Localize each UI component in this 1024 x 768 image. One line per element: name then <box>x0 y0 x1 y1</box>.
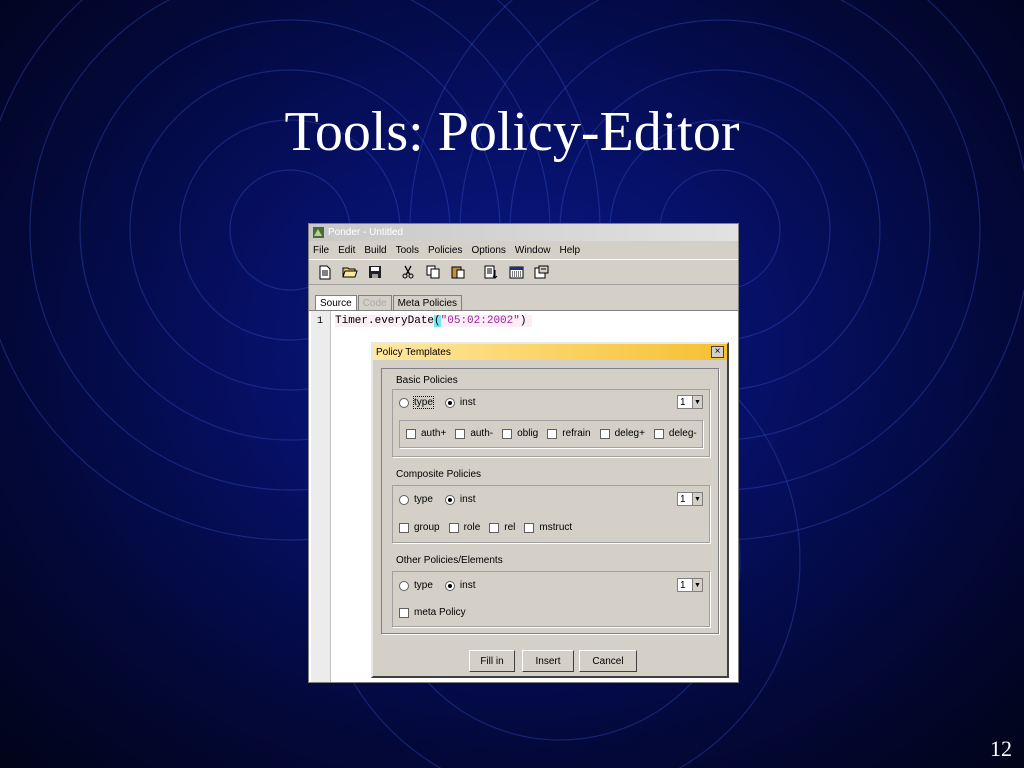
fill-in-button[interactable]: Fill in <box>469 650 515 672</box>
slide-number: 12 <box>990 736 1012 761</box>
other-radio-inst-label[interactable]: inst <box>460 580 476 591</box>
composite-radio-inst[interactable] <box>444 494 455 505</box>
check-meta-policy[interactable]: meta Policy <box>399 607 466 618</box>
dialog-title: Policy Templates <box>376 346 451 358</box>
check-auth-minus[interactable]: auth- <box>455 428 493 439</box>
ponder-app-icon <box>313 227 324 238</box>
composite-count-spinner[interactable]: 1 ▼ <box>677 492 703 506</box>
menu-build[interactable]: Build <box>364 245 386 256</box>
menu-file[interactable]: File <box>313 245 329 256</box>
tab-code[interactable]: Code <box>357 295 392 311</box>
basic-checks: auth+ auth- oblig refrain deleg+ deleg- <box>406 428 706 439</box>
check-deleg-minus[interactable]: deleg- <box>653 428 697 439</box>
window-titlebar[interactable]: Ponder - Untitled <box>309 224 738 241</box>
menu-bar: File Edit Build Tools Policies Options W… <box>309 241 738 259</box>
other-radio-inst[interactable] <box>444 580 455 591</box>
chevron-down-icon[interactable]: ▼ <box>692 396 702 408</box>
check-mstruct[interactable]: mstruct <box>524 522 572 533</box>
basic-radio-type-label[interactable]: type <box>413 396 434 409</box>
other-count-value: 1 <box>680 579 686 591</box>
check-oblig[interactable]: oblig <box>502 428 538 439</box>
properties-icon[interactable] <box>533 264 549 280</box>
basic-policies-group: type inst 1 ▼ auth+ auth- oblig refrain … <box>392 389 710 457</box>
paste-icon[interactable] <box>450 264 466 280</box>
line-number: 1 <box>317 316 324 327</box>
composite-radio-row: type inst <box>399 494 487 505</box>
menu-help[interactable]: Help <box>559 245 580 256</box>
cancel-button[interactable]: Cancel <box>579 650 637 672</box>
window-title: Ponder - Untitled <box>328 227 404 238</box>
basic-policies-title: Basic Policies <box>396 375 458 386</box>
check-deleg-plus[interactable]: deleg+ <box>599 428 645 439</box>
slide-title: Tools: Policy-Editor <box>284 101 740 163</box>
calendar-icon[interactable] <box>508 264 524 280</box>
check-refrain[interactable]: refrain <box>547 428 591 439</box>
composite-count-value: 1 <box>680 493 686 505</box>
copy-icon[interactable] <box>425 264 441 280</box>
composite-policies-title: Composite Policies <box>396 469 482 480</box>
code-close-paren: ) <box>519 315 527 327</box>
basic-radio-inst[interactable] <box>444 397 455 408</box>
menu-policies[interactable]: Policies <box>428 245 462 256</box>
other-count-spinner[interactable]: 1 ▼ <box>677 578 703 592</box>
dialog-body: Basic Policies type inst 1 ▼ auth+ auth-… <box>381 368 719 634</box>
code-string: "05:02:2002" <box>440 315 520 327</box>
cut-icon[interactable] <box>400 264 416 280</box>
compile-icon[interactable] <box>483 264 499 280</box>
new-file-icon[interactable] <box>317 264 333 280</box>
composite-policies-group: type inst 1 ▼ group role rel mstruct <box>392 485 710 543</box>
basic-radio-type[interactable] <box>399 397 409 408</box>
check-auth-plus[interactable]: auth+ <box>406 428 446 439</box>
tab-source[interactable]: Source <box>315 295 357 311</box>
composite-checks: group role rel mstruct <box>399 522 581 533</box>
basic-checks-group: auth+ auth- oblig refrain deleg+ deleg- <box>399 420 703 448</box>
other-checks: meta Policy <box>399 607 475 618</box>
tab-meta-policies[interactable]: Meta Policies <box>392 295 463 311</box>
composite-radio-type[interactable] <box>399 494 409 505</box>
other-radio-row: type inst <box>399 580 487 591</box>
check-role[interactable]: role <box>448 522 480 533</box>
other-radio-type-label[interactable]: type <box>414 580 433 591</box>
code-line[interactable]: Timer.everyDate("05:02:2002") <box>335 315 533 327</box>
menu-options[interactable]: Options <box>471 245 505 256</box>
menu-window[interactable]: Window <box>515 245 551 256</box>
editor-tabs: Source Code Meta Policies <box>309 291 738 311</box>
basic-count-value: 1 <box>680 396 686 408</box>
check-rel[interactable]: rel <box>489 522 515 533</box>
other-radio-type[interactable] <box>399 580 409 591</box>
check-group[interactable]: group <box>399 522 440 533</box>
close-icon[interactable]: × <box>711 346 724 358</box>
insert-button[interactable]: Insert <box>522 650 574 672</box>
composite-radio-inst-label[interactable]: inst <box>460 494 476 505</box>
basic-count-spinner[interactable]: 1 ▼ <box>677 395 703 409</box>
save-icon[interactable] <box>367 264 383 280</box>
chevron-down-icon[interactable]: ▼ <box>692 493 702 505</box>
policy-templates-dialog: Policy Templates × Basic Policies type i… <box>371 342 729 678</box>
basic-radio-row: type inst <box>399 396 487 409</box>
code-open-paren: ( <box>434 315 441 327</box>
basic-radio-inst-label[interactable]: inst <box>460 397 476 408</box>
other-policies-group: type inst 1 ▼ meta Policy <box>392 571 710 627</box>
toolbar <box>309 259 738 285</box>
open-folder-icon[interactable] <box>342 264 358 280</box>
menu-tools[interactable]: Tools <box>396 245 419 256</box>
other-policies-title: Other Policies/Elements <box>396 555 503 566</box>
line-gutter: 1 <box>311 311 331 682</box>
composite-radio-type-label[interactable]: type <box>414 494 433 505</box>
menu-edit[interactable]: Edit <box>338 245 355 256</box>
chevron-down-icon[interactable]: ▼ <box>692 579 702 591</box>
dialog-titlebar[interactable]: Policy Templates × <box>373 344 727 360</box>
code-method: Timer.everyDate <box>335 315 435 327</box>
